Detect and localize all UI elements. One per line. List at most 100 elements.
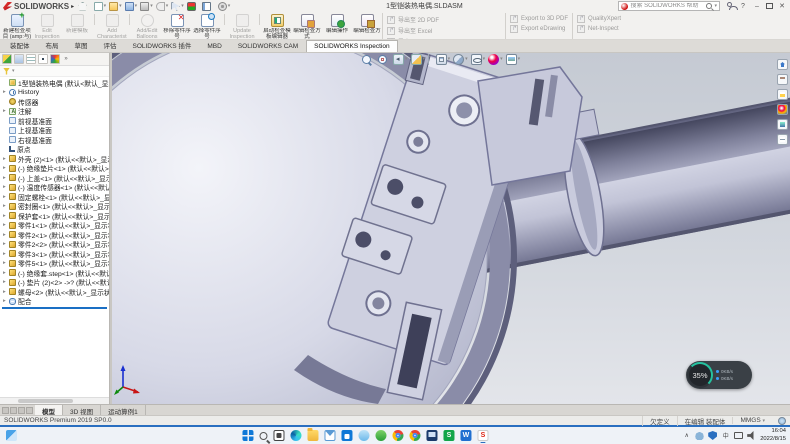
scrollbar-thumb[interactable]: [18, 399, 73, 403]
qat-button[interactable]: ▾: [125, 2, 138, 11]
tab-featuremanager[interactable]: [2, 54, 12, 64]
commandmanager-tab[interactable]: SOLIDWORKS 插件: [125, 37, 200, 52]
qat-button[interactable]: ▾: [202, 2, 215, 11]
tree-horizontal-scrollbar[interactable]: [0, 397, 109, 404]
tree-item[interactable]: ▸ (-) 绝缘套.step<1> (默认<<默认>: [0, 268, 109, 278]
dropdown-caret-icon[interactable]: ▾: [405, 57, 408, 62]
security-shield-icon[interactable]: [708, 431, 717, 440]
commandmanager-tab[interactable]: 评估: [96, 37, 125, 52]
dropdown-caret-icon[interactable]: ▾: [448, 57, 451, 62]
taskbar-icon[interactable]: [259, 432, 267, 440]
ribbon-button[interactable]: 编辑操作: [322, 13, 352, 39]
taskpane-tab-icon[interactable]: [777, 119, 788, 130]
taskpane-tab-icon[interactable]: [777, 134, 788, 145]
tree-item[interactable]: ▸ 零件2<2> (默认<<默认>_显示状: [0, 240, 109, 250]
search-input[interactable]: [630, 3, 704, 9]
qat-button[interactable]: ▾: [78, 2, 91, 11]
dropdown-caret-icon[interactable]: ▾: [150, 4, 153, 9]
close-button[interactable]: ✕: [777, 2, 787, 10]
clock[interactable]: 16:04 2022/8/15: [760, 428, 786, 442]
ribbon-button[interactable]: 移除零件序号: [162, 13, 192, 39]
headsup-button[interactable]: ▾: [428, 54, 433, 65]
tree-item[interactable]: ▸ 外壳 (2)<1> (默认<<默认>_显示状: [0, 154, 109, 164]
commandmanager-tab[interactable]: 草图: [67, 37, 96, 52]
help-button[interactable]: ?: [738, 3, 748, 10]
tree-filter[interactable]: ▾: [0, 66, 109, 77]
headsup-button[interactable]: ▾: [411, 54, 426, 65]
minimize-button[interactable]: –: [752, 3, 762, 10]
tree-item[interactable]: ▸ (-) 垫片 (2)<2> ->? (默认<<默认>: [0, 278, 109, 288]
taskbar-icon[interactable]: [358, 430, 369, 441]
taskbar-icon[interactable]: S: [443, 430, 454, 441]
tree-item[interactable]: ▸ 零件1<1> (默认<<默认>_显示状态: [0, 221, 109, 231]
taskbar-icon[interactable]: [409, 430, 420, 441]
headsup-button[interactable]: ▾: [393, 54, 408, 65]
performance-overlay-widget[interactable]: 35% 0KB/s 0KB/s: [686, 361, 752, 389]
headsup-button[interactable]: ▾: [362, 55, 375, 64]
search-caret-icon[interactable]: ▾: [714, 4, 717, 9]
tab-dimxpertmanager[interactable]: [38, 54, 48, 64]
dropdown-caret-icon[interactable]: ▾: [135, 4, 138, 9]
qat-button[interactable]: ▾: [140, 2, 153, 11]
help-search-box[interactable]: ▾: [618, 1, 720, 11]
taskbar-icon[interactable]: [242, 430, 253, 441]
tab-displaymanager[interactable]: [50, 54, 60, 64]
qat-button[interactable]: ▾: [94, 2, 107, 11]
onedrive-icon[interactable]: [695, 431, 704, 440]
taskpane-tab-icon[interactable]: [777, 104, 788, 115]
ribbon-button[interactable]: 编辑检查方: [352, 13, 382, 39]
ribbon-button[interactable]: Add/Edit Balloons: [132, 13, 162, 39]
taskbar-icon[interactable]: W: [460, 430, 471, 441]
commandmanager-tab[interactable]: SOLIDWORKS Inspection: [306, 40, 398, 52]
globe-icon[interactable]: [778, 417, 786, 425]
dropdown-caret-icon[interactable]: ▾: [500, 57, 503, 62]
ribbon-menu-item[interactable]: Export to 3D PDF: [510, 15, 568, 23]
tab-nav-prev[interactable]: [10, 407, 17, 414]
panel-tabs-overflow[interactable]: »: [62, 56, 70, 62]
qat-button[interactable]: ▾: [187, 2, 200, 11]
dropdown-caret-icon[interactable]: ▾: [483, 57, 486, 62]
headsup-button[interactable]: ▾: [506, 54, 521, 65]
ribbon-menu-item[interactable]: QualityXpert: [577, 15, 621, 23]
tree-item[interactable]: ▸ 密封圈<1> (默认<<默认>_显示状: [0, 202, 109, 212]
graphics-viewport[interactable]: ▾ ▾ ▾ ▾: [112, 53, 790, 404]
ribbon-button[interactable]: Edit Inspection Project: [32, 13, 62, 39]
taskbar-icon[interactable]: [341, 430, 352, 441]
dropdown-caret-icon[interactable]: ▾: [104, 4, 107, 9]
tree-item[interactable]: ▸ 注解: [0, 107, 109, 117]
taskpane-tab-icon[interactable]: [777, 59, 788, 70]
tree-item[interactable]: ▸ 零件5<1> (默认<<默认>_显示状态: [0, 259, 109, 269]
tree-item[interactable]: ▸ 配合: [0, 297, 109, 307]
tree-item[interactable]: ▸ 固定螺栓<1> (默认<<默认>_显示: [0, 192, 109, 202]
hidden-icons-chevron[interactable]: ∧: [682, 431, 691, 440]
restore-button[interactable]: [766, 3, 773, 9]
display-icon[interactable]: [734, 432, 743, 439]
document-tab[interactable]: 模型: [35, 405, 63, 415]
qat-button[interactable]: ▾: [218, 2, 231, 11]
commandmanager-tab[interactable]: SOLIDWORKS CAM: [230, 40, 306, 52]
document-tab[interactable]: 3D 视图: [63, 405, 101, 415]
dropdown-caret-icon[interactable]: ▾: [518, 57, 521, 62]
menu-expand-arrow[interactable]: ▸: [71, 3, 74, 10]
commandmanager-tab[interactable]: 装配体: [2, 37, 38, 52]
tree-root-item[interactable]: 1型铠装热电偶 (默认<默认_显示状态-1>: [0, 78, 109, 88]
dropdown-caret-icon[interactable]: ▾: [166, 4, 169, 9]
ribbon-button[interactable]: 新建检查项目 (amp:与): [2, 13, 32, 39]
tree-item[interactable]: ▸ 前视基准面: [0, 116, 109, 126]
headsup-button[interactable]: ▾: [488, 54, 503, 65]
taskbar-icon[interactable]: [290, 430, 301, 441]
tree-item[interactable]: ▸ History: [0, 88, 109, 98]
tree-item[interactable]: ▸ 零件2<1> (默认<<默认>_显示状: [0, 230, 109, 240]
tree-item[interactable]: ▸ 螺母<2> (默认<<默认>_显示状态: [0, 287, 109, 297]
taskpane-tab-icon[interactable]: [777, 89, 788, 100]
tab-configurationmanager[interactable]: [26, 54, 36, 64]
tree-item[interactable]: ▸ (-) 温度传感器<1> (默认<<默认>_: [0, 183, 109, 193]
headsup-button[interactable]: ▾: [436, 54, 451, 65]
qat-button[interactable]: ▾: [109, 2, 122, 11]
ime-indicator[interactable]: 中: [721, 431, 730, 440]
document-tab[interactable]: 运动算例1: [101, 405, 146, 415]
tab-propertymanager[interactable]: [14, 54, 24, 64]
tab-nav-last[interactable]: [26, 407, 33, 414]
volume-icon[interactable]: [747, 431, 756, 440]
filter-caret-icon[interactable]: ▾: [12, 69, 15, 74]
